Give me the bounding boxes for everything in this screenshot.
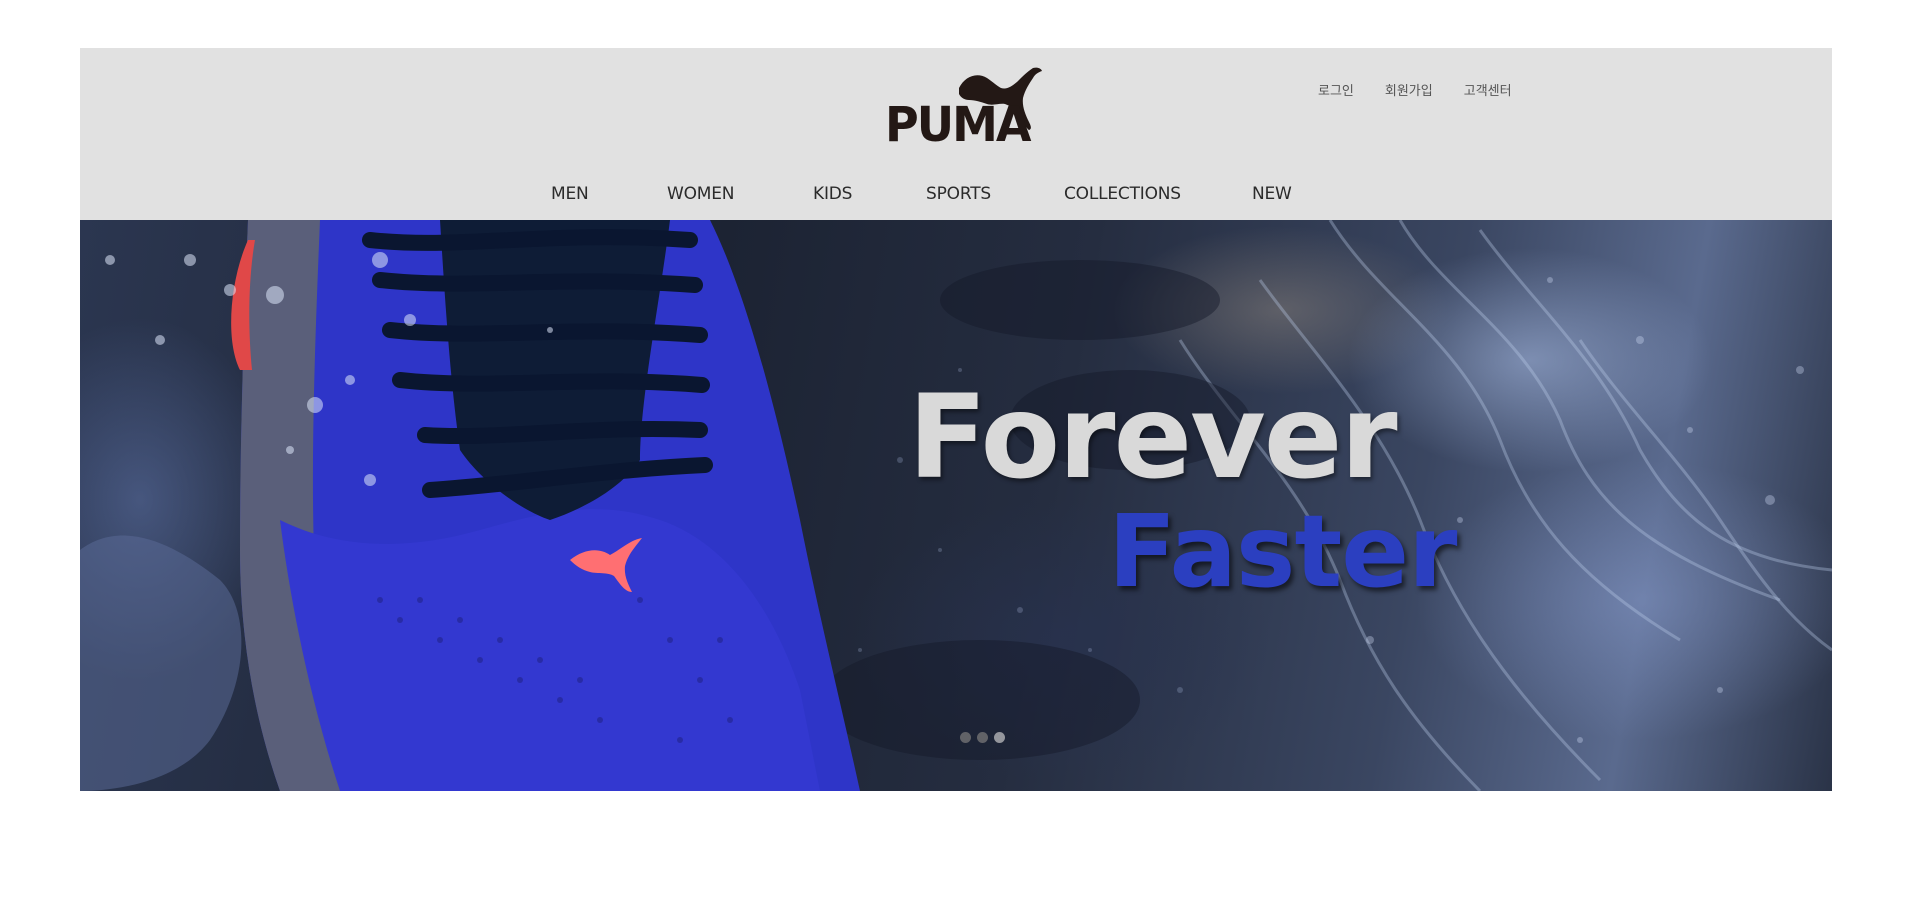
main-nav: MEN WOMEN KIDS SPORTS COLLECTIONS NEW [80,184,1832,208]
nav-item-men[interactable]: MEN [551,184,589,204]
nav-item-kids[interactable]: KIDS [813,184,852,204]
customer-center-link[interactable]: 고객센터 [1464,80,1512,99]
logo-wordmark: PUMA [885,95,1031,153]
running-shoe-image [80,220,860,791]
site-container: PUMA 로그인 회원가입 고객센터 MEN WOMEN KIDS SPORTS… [80,48,1832,791]
nav-item-sports[interactable]: SPORTS [926,184,991,204]
hero-banner[interactable]: Forever Faster [80,220,1832,791]
login-link[interactable]: 로그인 [1318,80,1354,99]
utility-nav: 로그인 회원가입 고객센터 [1318,80,1512,99]
hero-headline-faster: Faster [1108,493,1457,610]
slide-dot-1[interactable] [960,732,971,743]
nav-item-collections[interactable]: COLLECTIONS [1064,184,1181,204]
signup-link[interactable]: 회원가입 [1385,80,1433,99]
slide-dot-3[interactable] [994,732,1005,743]
nav-item-women[interactable]: WOMEN [667,184,735,204]
hero-headline-forever: Forever [908,370,1398,505]
slide-indicator [960,732,1005,743]
nav-item-new[interactable]: NEW [1252,184,1292,204]
site-header: PUMA 로그인 회원가입 고객센터 MEN WOMEN KIDS SPORTS… [80,48,1832,220]
slide-dot-2[interactable] [977,732,988,743]
brand-logo[interactable]: PUMA [885,66,1045,153]
